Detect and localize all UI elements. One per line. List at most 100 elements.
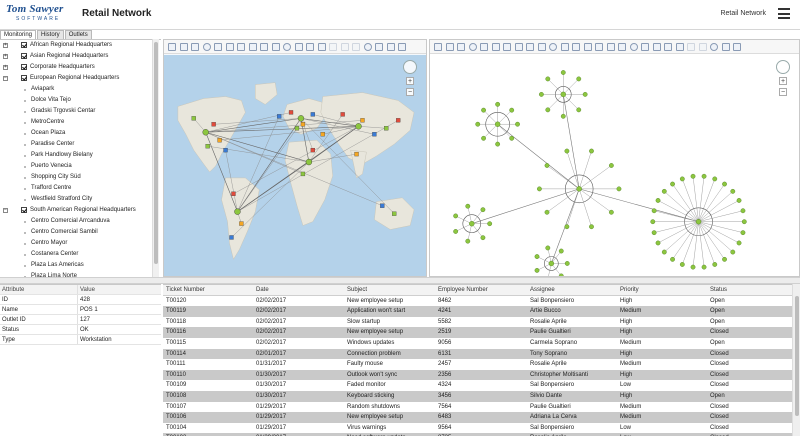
graph-node[interactable] xyxy=(736,240,742,246)
graph-node[interactable] xyxy=(701,264,707,270)
panel-splitter[interactable] xyxy=(0,277,800,284)
tab-history[interactable]: History xyxy=(37,30,64,39)
graph-node[interactable] xyxy=(670,256,675,262)
help-icon[interactable] xyxy=(514,43,523,51)
location-marker[interactable] xyxy=(380,203,385,208)
pan-compass-icon[interactable] xyxy=(776,60,790,74)
graph-node[interactable] xyxy=(481,135,486,141)
graph-node[interactable] xyxy=(589,224,594,230)
graph-node[interactable] xyxy=(576,76,582,82)
hamburger-menu-icon[interactable] xyxy=(778,8,790,19)
graph-node[interactable] xyxy=(730,188,736,194)
select-icon[interactable] xyxy=(375,43,383,51)
graph-node[interactable] xyxy=(712,262,718,267)
graph-node[interactable] xyxy=(564,261,570,266)
location-marker[interactable] xyxy=(205,144,210,149)
tree-item-outlet[interactable]: Costanera Center xyxy=(0,249,161,260)
location-marker[interactable] xyxy=(294,126,300,131)
tree-item-outlet[interactable]: Centro Mayor xyxy=(0,238,161,249)
tree-item-outlet[interactable]: Trafford Centre xyxy=(0,183,161,194)
tree-checkbox[interactable] xyxy=(21,64,27,70)
graph-node[interactable] xyxy=(564,148,570,154)
table-row[interactable]: T00119 02/02/2017 Application won't start 4… xyxy=(163,306,800,317)
map-view[interactable]: + − xyxy=(163,39,427,277)
graph-node[interactable] xyxy=(670,181,675,187)
graph-node[interactable] xyxy=(722,256,727,262)
tree-item-outlet[interactable]: Centro Comercial Sambil xyxy=(0,227,161,238)
graph-node[interactable] xyxy=(701,173,707,179)
location-marker[interactable] xyxy=(300,171,306,177)
location-marker[interactable] xyxy=(372,132,377,137)
move-icon[interactable] xyxy=(191,43,199,51)
graph-node[interactable] xyxy=(651,230,657,236)
pan-icon[interactable] xyxy=(468,43,477,51)
graph-node[interactable] xyxy=(616,186,622,192)
filter-icon[interactable] xyxy=(652,43,661,51)
tree-item-outlet[interactable]: Gradski Trgovski Centar xyxy=(0,106,161,117)
tree-item-region[interactable]: − European Regional Headquarters xyxy=(0,73,161,84)
graph-node[interactable] xyxy=(487,221,493,227)
table-row[interactable]: T00104 01/29/2017 Virus warnings 9564 Sal Bo… xyxy=(163,423,800,434)
graph-hub-node[interactable] xyxy=(576,186,582,192)
graph-hub-node[interactable] xyxy=(548,260,555,267)
graph-node[interactable] xyxy=(736,198,742,203)
tree-checkbox[interactable] xyxy=(21,75,27,81)
graph-node[interactable] xyxy=(651,208,657,214)
table-scrollbar[interactable] xyxy=(792,284,800,436)
graph-node[interactable] xyxy=(545,76,551,82)
zoom-in-icon[interactable] xyxy=(687,43,695,51)
graph-node[interactable] xyxy=(560,70,566,75)
filter-icon[interactable] xyxy=(549,43,557,51)
graph-hub-node[interactable] xyxy=(494,121,501,127)
hub-marker[interactable] xyxy=(305,158,313,166)
column-header[interactable]: Ticket Number xyxy=(163,285,253,295)
zoom-out-icon[interactable] xyxy=(317,43,326,51)
graph-node[interactable] xyxy=(690,264,696,270)
tree-item-outlet[interactable]: Aviapark xyxy=(0,84,161,95)
layout-icon[interactable] xyxy=(537,43,546,51)
graph-node[interactable] xyxy=(453,229,459,234)
expand-icon[interactable]: + xyxy=(3,65,8,70)
graph-node[interactable] xyxy=(537,186,542,192)
fit-icon[interactable] xyxy=(710,43,718,51)
graph-zoom-in-button[interactable]: + xyxy=(779,77,787,85)
table-row[interactable]: T00120 02/02/2017 New employee setup 8462 Sa… xyxy=(163,296,800,307)
network-graph-view[interactable]: + − xyxy=(429,39,800,277)
move-icon[interactable] xyxy=(398,43,406,51)
zoom-in-icon[interactable] xyxy=(583,43,592,51)
graph-node[interactable] xyxy=(539,92,544,97)
expand-icon[interactable]: + xyxy=(3,54,8,59)
zoom-out-icon[interactable] xyxy=(595,43,603,51)
hub-marker[interactable] xyxy=(234,208,241,215)
graph-node[interactable] xyxy=(495,141,501,147)
pan-icon[interactable] xyxy=(386,43,395,51)
graph-node[interactable] xyxy=(544,209,550,215)
tree-checkbox[interactable] xyxy=(21,42,27,48)
network-graph-canvas[interactable] xyxy=(430,54,799,277)
graph-node[interactable] xyxy=(544,163,550,168)
info-icon[interactable] xyxy=(629,43,638,51)
table-row[interactable]: T00115 02/02/2017 Windows updates 9056 Carme… xyxy=(163,338,800,349)
graph-node[interactable] xyxy=(515,121,520,127)
tree-item-outlet[interactable]: Centro Comercial Arrcanduva xyxy=(0,216,161,227)
column-header[interactable]: Employee Number xyxy=(435,285,527,295)
zoom-in-icon[interactable] xyxy=(306,43,314,51)
tree-item-region[interactable]: − South American Regional Headquarters xyxy=(0,205,161,216)
table-row[interactable]: T00106 01/29/2017 New employee setup 6483 Ad… xyxy=(163,412,800,423)
location-marker[interactable] xyxy=(231,191,236,196)
column-header[interactable]: Status xyxy=(707,285,792,295)
expand-icon[interactable]: + xyxy=(3,43,8,48)
graph-node[interactable] xyxy=(545,245,551,251)
graph-hub-node[interactable] xyxy=(560,91,566,98)
graph-node[interactable] xyxy=(679,262,685,267)
info-icon[interactable] xyxy=(733,43,741,51)
graph-node[interactable] xyxy=(655,198,661,203)
location-marker[interactable] xyxy=(360,118,365,123)
graph-node[interactable] xyxy=(741,219,747,225)
graph-node[interactable] xyxy=(509,135,515,141)
tree-item-outlet[interactable]: Shopping City Süd xyxy=(0,172,161,183)
graph-node[interactable] xyxy=(509,107,515,113)
graph-node[interactable] xyxy=(730,249,736,255)
pan-icon[interactable] xyxy=(283,43,291,51)
graph-node[interactable] xyxy=(534,267,540,273)
